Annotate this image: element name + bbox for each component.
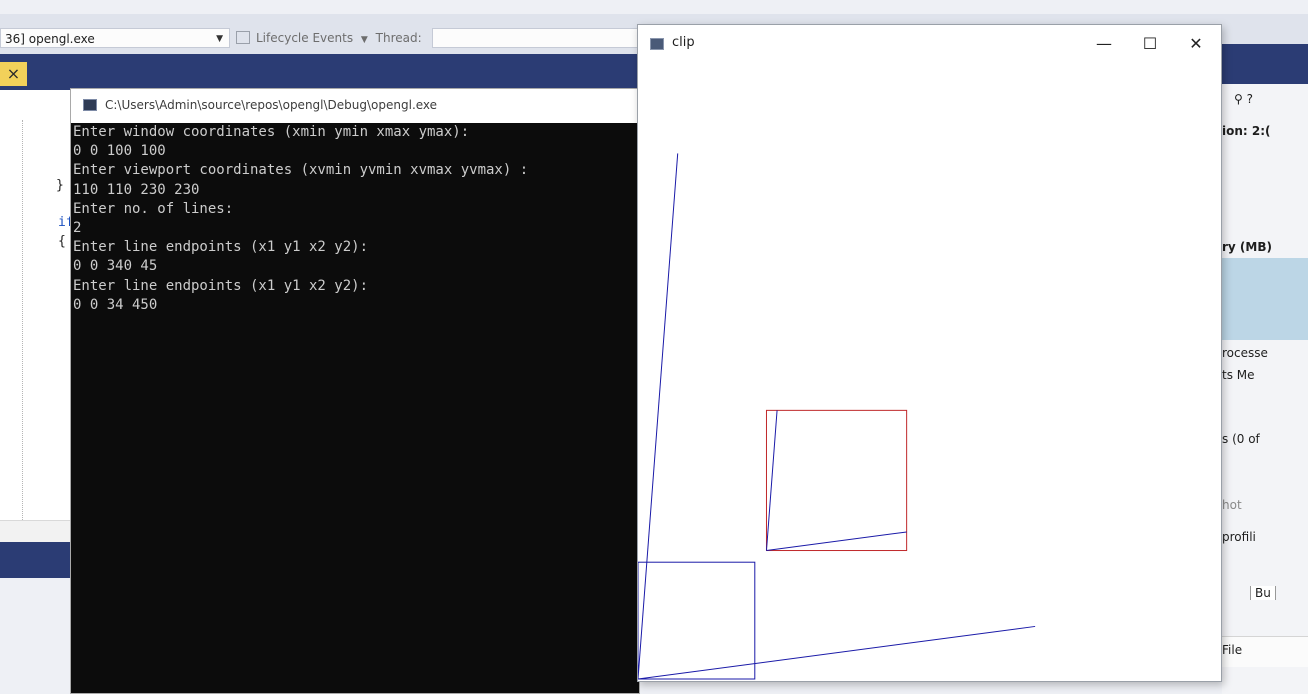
process-combo[interactable]: 36] opengl.exe ▼	[0, 28, 230, 48]
minimize-button[interactable]: —	[1081, 25, 1127, 63]
code-fragment: {	[58, 234, 66, 249]
snapshot-label: hot	[1222, 498, 1242, 512]
bottom-tab-strip	[0, 542, 70, 578]
chevron-down-icon: ▼	[216, 34, 223, 44]
build-button[interactable]: Bu	[1222, 586, 1308, 600]
process-combo-value: 36] opengl.exe	[5, 32, 95, 46]
thread-combo[interactable]	[432, 28, 638, 48]
session-duration: ion: 2:(	[1222, 124, 1271, 138]
clipped-line-1	[766, 531, 907, 552]
diagnostic-title-bar	[1222, 44, 1308, 84]
console-line: 2	[73, 219, 82, 236]
console-line: 0 0 340 45	[73, 258, 158, 275]
memory-label: ry (MB)	[1222, 240, 1272, 254]
console-line: Enter viewport coordinates (xvmin yvmin …	[73, 162, 529, 179]
code-editor[interactable]	[0, 90, 70, 520]
viewport-rect	[765, 409, 908, 552]
build-button-label: Bu	[1250, 586, 1276, 600]
console-line: Enter no. of lines:	[73, 200, 234, 217]
clip-title-bar[interactable]: clip — ☐ ✕	[638, 25, 1221, 63]
input-line-1	[638, 625, 1036, 680]
chevron-down-icon: ▼	[360, 35, 368, 45]
console-line: 0 0 100 100	[73, 143, 166, 160]
window-app-icon	[650, 38, 664, 50]
clipped-line-2	[765, 410, 778, 551]
console-line: Enter line endpoints (x1 y1 x2 y2):	[73, 277, 369, 294]
console-title-bar[interactable]: C:\Users\Admin\source\repos\opengl\Debug…	[71, 89, 639, 123]
opengl-canvas[interactable]	[638, 63, 1221, 681]
console-icon	[83, 99, 97, 111]
console-window[interactable]: C:\Users\Admin\source\repos\opengl\Debug…	[70, 88, 640, 694]
console-line: Enter window coordinates (xmin ymin xmax…	[73, 124, 470, 140]
clip-window-rect	[638, 561, 756, 680]
lifecycle-events-button[interactable]: Lifecycle Events ▼ Thread:	[236, 28, 422, 48]
console-line: 0 0 34 450	[73, 296, 158, 313]
input-line-2	[638, 153, 679, 680]
search-icon[interactable]: ⚲ ?	[1222, 92, 1308, 106]
console-line: 110 110 230 230	[73, 181, 200, 198]
console-title: C:\Users\Admin\source\repos\opengl\Debug…	[105, 98, 438, 112]
document-tab-strip	[0, 54, 640, 90]
memory-chart	[1222, 258, 1308, 340]
code-fragment: }	[56, 178, 64, 193]
lifecycle-icon	[236, 31, 250, 44]
profiling-label: profili	[1222, 530, 1256, 544]
process-label: rocesse	[1222, 346, 1268, 360]
editor-guide-line	[22, 120, 23, 520]
clip-title: clip	[672, 35, 695, 50]
events-count: s (0 of	[1222, 432, 1260, 446]
file-label: File	[1222, 643, 1243, 657]
clip-window[interactable]: clip — ☐ ✕	[637, 24, 1222, 682]
maximize-button[interactable]: ☐	[1127, 25, 1173, 63]
console-output[interactable]: Enter window coordinates (xmin ymin xmax…	[71, 123, 639, 693]
close-tab-button[interactable]: ×	[0, 62, 27, 86]
console-line: Enter line endpoints (x1 y1 x2 y2):	[73, 239, 369, 256]
lifecycle-label: Lifecycle Events	[256, 31, 354, 45]
editor-status-area	[0, 520, 70, 543]
thread-label: Thread:	[375, 31, 422, 45]
close-button[interactable]: ✕	[1173, 25, 1219, 63]
events-tab[interactable]: ts Me	[1222, 368, 1308, 382]
